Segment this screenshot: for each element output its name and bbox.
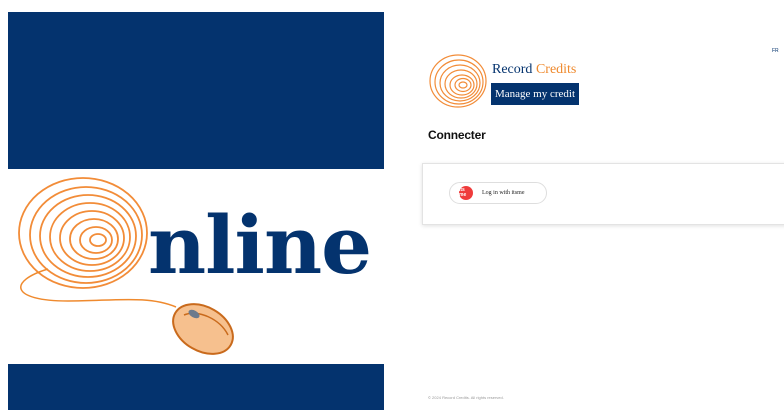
fingerprint-icon (18, 177, 148, 289)
brand-name: Record Credits (492, 63, 576, 77)
hero-bottom-band (8, 364, 384, 410)
hero-headline: nline (148, 198, 372, 292)
itsme-icon: its me (459, 186, 473, 200)
fingerprint-logo-icon (429, 54, 487, 108)
brand-name-credits: Credits (535, 62, 577, 77)
language-switch-link[interactable]: FR (772, 48, 779, 54)
itsme-login-label: Log in with itsme (482, 190, 525, 196)
hero-top-band (8, 12, 384, 169)
hero-banner: nline (8, 12, 384, 410)
login-card: its me Log in with itsme (422, 163, 784, 225)
computer-mouse-icon (172, 303, 234, 355)
page-title: Connecter (428, 128, 486, 142)
brand-name-record: Record (492, 62, 533, 77)
footer-copyright: © 2024 Record Credits. All rights reserv… (428, 395, 504, 400)
page: nline FR Record Credits Manage my credit… (0, 0, 784, 410)
itsme-login-button[interactable]: its me Log in with itsme (449, 182, 547, 204)
manage-credit-button[interactable]: Manage my credit (491, 83, 579, 105)
